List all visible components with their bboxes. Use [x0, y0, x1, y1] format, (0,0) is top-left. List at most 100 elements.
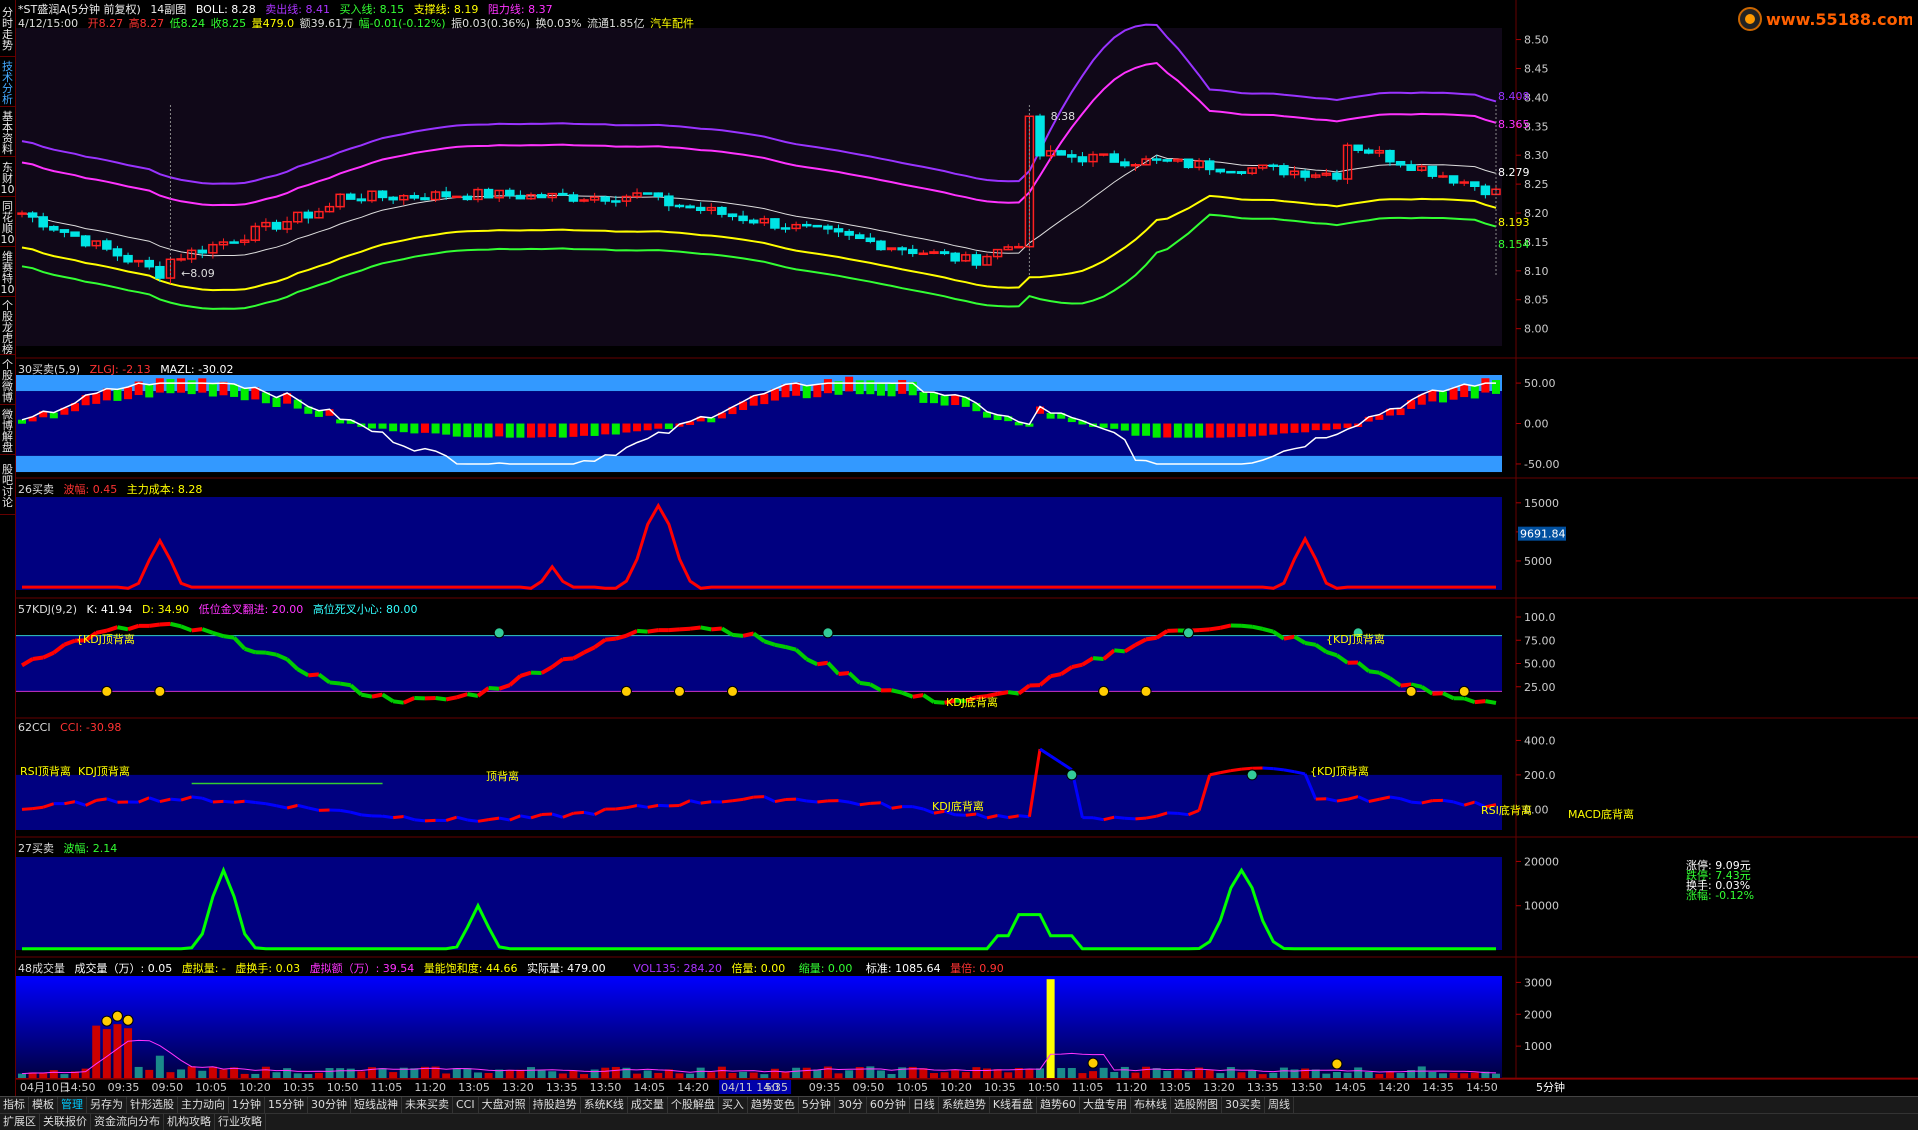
p4-kdj-segment — [563, 658, 574, 659]
sidebar-tab-4[interactable]: 同花顺10 — [0, 198, 15, 247]
extension-tab-1[interactable]: 关联报价 — [40, 1114, 91, 1130]
indicator-tab-25[interactable]: 趋势60 — [1037, 1097, 1080, 1113]
sidebar-tab-9[interactable]: 股吧讨论 — [0, 456, 15, 515]
sector-label[interactable]: 汽车配件 — [650, 17, 694, 30]
indicator-tab-4[interactable]: 针形选股 — [127, 1097, 178, 1113]
extension-tab-3[interactable]: 机构攻略 — [164, 1114, 215, 1130]
candle-body — [389, 197, 397, 199]
indicator-tab-26[interactable]: 大盘专用 — [1080, 1097, 1131, 1113]
bar-change: 幅-0.01(-0.12%) — [359, 17, 446, 30]
indicator-tab-6[interactable]: 1分钟 — [229, 1097, 265, 1113]
kdj-tag: {KDJ顶背离 — [1326, 632, 1385, 646]
p5-cci-segment — [414, 820, 425, 821]
volume-bar — [686, 1074, 694, 1078]
indicator-tab-23[interactable]: 系统趋势 — [939, 1097, 990, 1113]
indicator-tab-20[interactable]: 30分 — [835, 1097, 867, 1113]
indicator-tab-17[interactable]: 买入 — [719, 1097, 748, 1113]
indicator-tab-5[interactable]: 主力动向 — [178, 1097, 229, 1113]
indicator-tab-14[interactable]: 系统K线 — [581, 1097, 628, 1113]
panel4-high-cross: 高位死叉小心: 80.00 — [313, 603, 418, 616]
candle-body — [516, 196, 524, 199]
candle-body — [39, 217, 47, 227]
indicator-tab-3[interactable]: 另存为 — [87, 1097, 127, 1113]
sidebar-tab-char: 龙 — [0, 322, 15, 333]
candle-body — [506, 190, 514, 195]
p2-mid-band — [16, 391, 1502, 456]
indicator-tab-1[interactable]: 模板 — [29, 1097, 58, 1113]
indicator-tab-13[interactable]: 持股趋势 — [530, 1097, 581, 1113]
volume-bar — [1100, 1068, 1108, 1078]
volume-bar — [1269, 1073, 1277, 1078]
indicator-tab-16[interactable]: 个股解盘 — [668, 1097, 719, 1113]
extension-tab-0[interactable]: 扩展区 — [0, 1114, 40, 1130]
panel7-shrink: 缩量: 0.00 — [799, 962, 853, 975]
p5-cci-segment — [817, 801, 828, 802]
indicator-tab-28[interactable]: 选股附图 — [1171, 1097, 1222, 1113]
panel4-d: D: 34.90 — [142, 603, 189, 616]
sidebar-tab-3[interactable]: 东财10 — [0, 158, 15, 197]
volume-bar — [654, 1073, 662, 1078]
indicator-tab-10[interactable]: 未来买卖 — [402, 1097, 453, 1113]
indicator-tab-27[interactable]: 布林线 — [1131, 1097, 1171, 1113]
p2-bar — [898, 380, 906, 394]
band-value-label: 8.365 — [1498, 118, 1530, 131]
p2-bar — [1439, 391, 1447, 402]
volume-bar — [835, 1073, 843, 1078]
p2-tick-label: -50.00 — [1524, 458, 1559, 471]
p4-kdj-segment — [489, 688, 500, 689]
indicator-tab-15[interactable]: 成交量 — [628, 1097, 668, 1113]
panel3-header: 26买卖 波幅: 0.45 主力成本: 8.28 — [18, 481, 208, 497]
indicator-tab-24[interactable]: K线看盘 — [990, 1097, 1037, 1113]
volume-bar — [315, 1073, 323, 1078]
time-axis-label: 10:35 — [984, 1081, 1016, 1094]
p2-bar — [379, 424, 387, 429]
sidebar-tab-6[interactable]: 个股龙虎榜 — [0, 298, 15, 355]
sidebar-tab-0[interactable]: 分时走势 — [0, 0, 15, 57]
sidebar-tab-char: 析 — [0, 94, 15, 105]
candle-body — [156, 267, 164, 278]
p5-cci-segment — [573, 812, 584, 813]
bar-date: 4/12/15:00 — [18, 17, 78, 30]
indicator-tab-19[interactable]: 5分钟 — [799, 1097, 835, 1113]
sidebar-tab-2[interactable]: 基本资料 — [0, 108, 15, 157]
price-tick-label: 8.50 — [1524, 34, 1549, 47]
sidebar-tab-1[interactable]: 技术分析 — [0, 58, 15, 107]
p2-bar — [495, 424, 503, 437]
p5-cci-segment — [732, 799, 743, 800]
time-axis-label: 10:35 — [283, 1081, 315, 1094]
sidebar-tab-7[interactable]: 个股微博 — [0, 356, 15, 405]
sidebar-tab-char: 东 — [0, 162, 15, 173]
sidebar-tab-8[interactable]: 微博解盘 — [0, 406, 15, 455]
volume-bar — [941, 1072, 949, 1078]
sidebar-tab-5[interactable]: 维赛特10 — [0, 248, 15, 297]
indicator-tab-30[interactable]: 周线 — [1265, 1097, 1294, 1113]
p2-bar — [209, 384, 217, 397]
extension-tab-4[interactable]: 行业攻略 — [215, 1114, 266, 1130]
sidebar-tab-char: 虎 — [0, 333, 15, 344]
indicator-tab-12[interactable]: 大盘对照 — [479, 1097, 530, 1113]
chart-canvas[interactable]: 8.508.458.408.358.308.258.208.158.108.05… — [16, 0, 1918, 1096]
sidebar-tab-char: 盘 — [0, 442, 15, 453]
indicator-tab-9[interactable]: 短线战神 — [351, 1097, 402, 1113]
indicator-tab-18[interactable]: 趋势变色 — [748, 1097, 799, 1113]
site-logo[interactable]: www.55188.com — [1736, 6, 1912, 32]
volume-bar — [1450, 1073, 1458, 1078]
indicator-tab-8[interactable]: 30分钟 — [308, 1097, 351, 1113]
p2-bar — [622, 424, 630, 433]
indicator-tab-7[interactable]: 15分钟 — [265, 1097, 308, 1113]
indicator-tab-22[interactable]: 日线 — [910, 1097, 939, 1113]
extension-tab-2[interactable]: 资金流向分布 — [91, 1114, 164, 1130]
p5-cci-segment — [467, 820, 478, 821]
indicator-tab-21[interactable]: 60分钟 — [867, 1097, 910, 1113]
indicator-tab-29[interactable]: 30买卖 — [1222, 1097, 1265, 1113]
p4-tick-label: 50.00 — [1524, 658, 1556, 671]
indicator-tab-11[interactable]: CCI — [453, 1097, 479, 1113]
indicator-tab-0[interactable]: 指标 — [0, 1097, 29, 1113]
p4-kdj-segment — [860, 683, 871, 684]
p4-kdj-segment — [1199, 629, 1210, 630]
app-window: 分时走势技术分析基本资料东财10同花顺10维赛特10个股龙虎榜个股微博微博解盘股… — [0, 0, 1918, 1129]
indicator-tab-2[interactable]: 管理 — [58, 1097, 87, 1113]
volume-bar — [39, 1073, 47, 1078]
sidebar-tab-char: 股 — [0, 311, 15, 322]
panel7-vamount: 虚拟额（万）: 39.54 — [310, 962, 415, 975]
